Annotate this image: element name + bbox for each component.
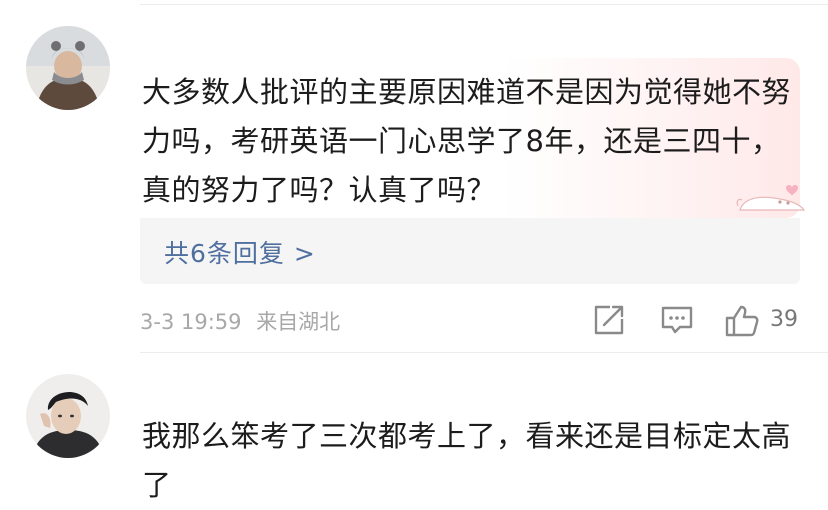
top-divider [140, 4, 828, 5]
comment-location: 来自湖北 [256, 310, 341, 334]
avatar[interactable] [26, 26, 110, 110]
comment-text: 我那么笨考了三次都考上了，看来还是目标定太高了 [142, 419, 792, 502]
comment-divider [140, 352, 828, 353]
comment-date: 3-3 19:59 [140, 310, 242, 334]
share-button[interactable] [592, 304, 626, 336]
user-avatar-image [26, 374, 110, 458]
thumbs-up-icon [725, 305, 759, 337]
cat-sticker-icon [736, 185, 806, 211]
avatar[interactable] [26, 374, 110, 458]
share-icon [594, 305, 624, 335]
comment-meta: 3-3 19:59 来自湖北 [140, 306, 348, 336]
user-avatar-image [26, 26, 110, 110]
comment-text: 大多数人批评的主要原因难道不是因为觉得她不努力吗，考研英语一门心思学了8年，还是… [142, 75, 792, 207]
comment-button[interactable] [660, 304, 694, 336]
comment-icon [661, 306, 693, 334]
replies-panel: 共6条回复 > [140, 218, 800, 284]
view-replies-link[interactable]: 共6条回复 > [164, 234, 316, 270]
like-button[interactable] [724, 304, 760, 338]
like-count: 39 [770, 307, 798, 332]
